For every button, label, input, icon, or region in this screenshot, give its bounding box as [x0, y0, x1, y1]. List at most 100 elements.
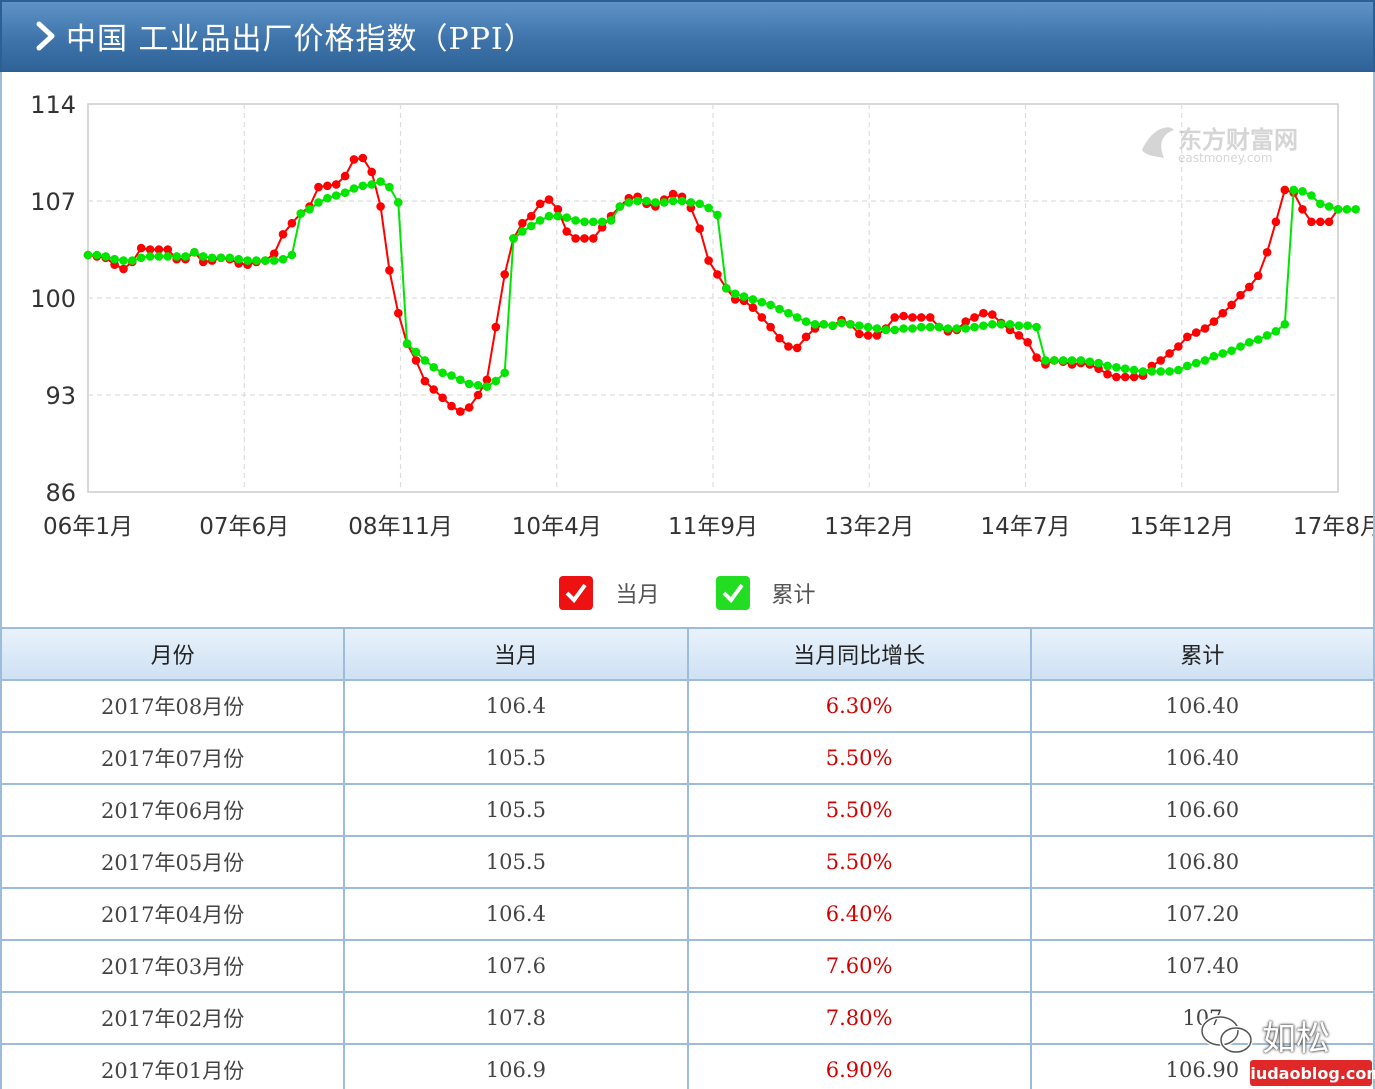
data-point-monthly [1023, 338, 1032, 347]
data-point-cumulative [730, 289, 740, 299]
data-point-monthly [1112, 372, 1121, 382]
wechat-icon [1200, 1015, 1253, 1054]
data-point-cumulative [624, 198, 634, 207]
y-tick-label: 100 [30, 285, 76, 313]
data-point-monthly [589, 234, 598, 243]
x-tick-label: 15年12月 [1129, 514, 1234, 540]
data-point-cumulative [766, 300, 775, 310]
data-point-monthly [748, 303, 758, 312]
data-point-monthly [1253, 271, 1263, 281]
data-point-cumulative [518, 227, 527, 236]
data-point-monthly [358, 153, 368, 163]
cell-cumulative: 106.40 [1029, 731, 1375, 785]
data-point-cumulative [234, 254, 243, 264]
data-point-cumulative [1165, 367, 1174, 376]
cell-monthly: 105.5 [343, 731, 689, 785]
cell-month: 2017年02月份 [0, 991, 346, 1045]
data-point-cumulative [996, 320, 1006, 329]
data-point-cumulative [704, 203, 713, 213]
data-point-cumulative [225, 253, 235, 263]
data-point-monthly [1032, 353, 1041, 362]
data-point-cumulative [261, 256, 270, 265]
chart-legend: 当月 累计 [0, 568, 1375, 618]
checkbox-checked-icon[interactable] [559, 576, 594, 610]
data-point-monthly [580, 234, 589, 243]
cell-cumulative: 106.40 [1029, 679, 1375, 733]
data-point-monthly [544, 195, 554, 204]
table-header-row: 月份 当月 当月同比增长 累计 [0, 627, 1375, 681]
data-point-cumulative [358, 181, 368, 191]
data-point-cumulative [154, 252, 164, 261]
data-point-monthly [855, 329, 864, 339]
data-point-cumulative [544, 211, 554, 221]
cell-month: 2017年03月份 [0, 939, 346, 993]
data-point-cumulative [748, 295, 758, 304]
watermark-url: niudaoblog.com [1239, 1060, 1375, 1086]
cell-monthly: 107.6 [343, 939, 689, 993]
data-point-cumulative [934, 322, 944, 332]
data-point-cumulative [668, 196, 678, 206]
table-row: 2017年03月份 107.6 7.60% 107.40 [0, 939, 1375, 993]
legend-item-cumulative[interactable]: 累计 [715, 576, 816, 610]
data-point-monthly [925, 313, 935, 322]
data-point-cumulative [1103, 361, 1112, 371]
data-point-monthly [1236, 290, 1245, 300]
data-point-cumulative [1342, 205, 1352, 214]
data-point-cumulative [1280, 320, 1290, 329]
data-point-cumulative [686, 198, 696, 207]
column-header-month: 月份 [0, 627, 346, 681]
data-point-cumulative [633, 196, 642, 206]
data-point-monthly [1218, 308, 1228, 318]
data-point-cumulative [988, 320, 997, 329]
data-point-cumulative [92, 250, 102, 260]
data-point-cumulative [456, 375, 465, 385]
data-point-cumulative [775, 304, 784, 314]
data-point-cumulative [713, 210, 722, 220]
data-point-monthly [278, 230, 288, 239]
cell-month: 2017年08月份 [0, 679, 346, 733]
data-point-monthly [447, 401, 456, 411]
watermark-text: 如松 [1262, 1019, 1330, 1059]
data-point-cumulative [837, 318, 846, 328]
data-point-cumulative [1183, 361, 1192, 371]
cell-month: 2017年07月份 [0, 731, 346, 785]
data-point-cumulative [863, 322, 873, 332]
data-point-cumulative [597, 217, 607, 227]
data-point-monthly [979, 308, 988, 318]
cell-monthly: 105.5 [343, 835, 689, 889]
data-point-cumulative [1050, 356, 1059, 365]
data-point-cumulative [278, 254, 288, 264]
x-tick-label: 13年2月 [824, 514, 914, 540]
data-point-monthly [1324, 217, 1334, 227]
checkbox-checked-icon[interactable] [715, 576, 750, 610]
data-point-cumulative [1298, 187, 1307, 196]
data-point-cumulative [908, 324, 917, 333]
table-row: 2017年05月份 105.5 5.50% 106.80 [0, 835, 1375, 889]
data-point-cumulative [323, 193, 332, 203]
cell-monthly: 106.4 [343, 887, 689, 941]
data-point-monthly [988, 310, 997, 319]
data-point-monthly [695, 224, 704, 233]
data-point-monthly [1307, 217, 1316, 227]
x-tick-label: 06年1月 [43, 514, 133, 540]
data-point-cumulative [1307, 191, 1316, 200]
legend-item-monthly[interactable]: 当月 [559, 576, 660, 610]
data-point-cumulative [216, 253, 226, 263]
cell-monthly: 105.5 [343, 783, 689, 837]
data-point-cumulative [376, 177, 385, 186]
page-header: 中国 工业品出厂价格指数（PPI） [0, 0, 1375, 72]
data-point-cumulative [917, 322, 926, 332]
data-point-cumulative [269, 256, 279, 265]
cell-monthly: 106.9 [343, 1043, 689, 1089]
column-header-yoy: 当月同比增长 [686, 627, 1032, 681]
cell-monthly: 106.4 [343, 679, 689, 733]
data-point-monthly [1120, 372, 1130, 382]
data-point-cumulative [810, 320, 820, 329]
data-point-cumulative [296, 209, 306, 218]
data-point-monthly [1174, 342, 1183, 351]
data-point-monthly [1280, 185, 1290, 195]
data-point-cumulative [1324, 202, 1334, 211]
data-point-cumulative [1245, 338, 1254, 347]
data-point-monthly [917, 313, 926, 322]
cell-yoy: 5.50% [686, 783, 1032, 837]
